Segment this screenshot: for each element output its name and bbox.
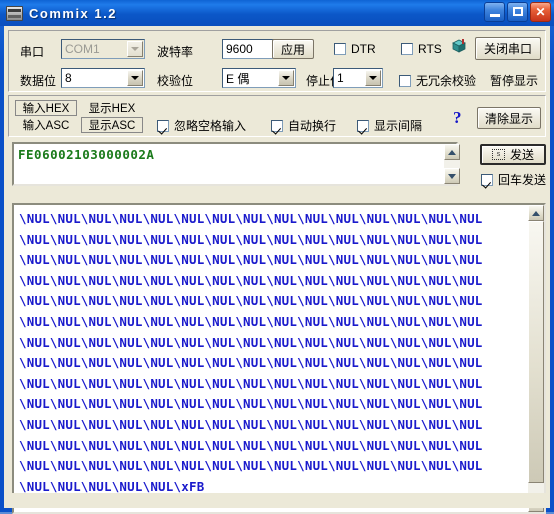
send-icon: s (491, 149, 505, 160)
parity-value: E 偶 (226, 71, 250, 86)
databits-select[interactable]: 8 (61, 68, 145, 88)
help-icon[interactable]: ? (453, 108, 462, 128)
pause-display-label[interactable]: 暂停显示 (490, 72, 538, 89)
input-asc-toggle[interactable]: 输入ASC (15, 117, 77, 133)
scrollbar-track[interactable] (444, 160, 460, 168)
databits-value: 8 (65, 71, 72, 85)
port-value: COM1 (65, 42, 100, 56)
close-port-button[interactable]: 关闭串口 (475, 37, 541, 60)
clear-display-label: 清除显示 (484, 111, 533, 126)
close-button[interactable]: ✕ (530, 2, 551, 22)
send-input-value: FE06002103000002A (18, 147, 155, 162)
serial-settings-panel: 串口 COM1 波特率 9600 应用 DTR RTS 关闭串口 数据位 8 校… (8, 30, 546, 92)
port-label: 串口 (20, 45, 45, 59)
checkbox-box (334, 43, 346, 55)
stopbits-value: 1 (337, 71, 344, 85)
input-hex-label: 输入HEX (22, 103, 70, 115)
close-icon: ✕ (535, 5, 546, 19)
input-asc-label: 输入ASC (22, 120, 70, 132)
no-redundancy-label: 无冗余校验 (416, 74, 477, 88)
enter-send-checkbox[interactable]: 回车发送 (481, 171, 546, 188)
input-hex-toggle[interactable]: 输入HEX (15, 100, 77, 116)
send-button-label: 发送 (509, 148, 534, 162)
show-hex-toggle[interactable]: 显示HEX (81, 100, 143, 116)
dtr-checkbox[interactable]: DTR (334, 42, 376, 56)
app-icon (6, 5, 23, 21)
status-bar (4, 493, 550, 508)
checkbox-box (481, 173, 493, 186)
send-input-area[interactable]: FE06002103000002A (12, 142, 458, 186)
chevron-down-icon[interactable] (127, 41, 143, 57)
databits-label: 数据位 (20, 74, 57, 88)
send-input-scrollbar[interactable] (444, 144, 460, 184)
show-asc-toggle[interactable]: 显示ASC (81, 117, 143, 133)
ignore-space-checkbox[interactable]: 忽略空格输入 (157, 117, 246, 134)
clear-display-button[interactable]: 清除显示 (477, 107, 541, 129)
receive-output-area[interactable]: \NUL\NUL\NUL\NUL\NUL\NUL\NUL\NUL\NUL\NUL… (12, 203, 546, 514)
baudrate-label: 波特率 (157, 45, 194, 59)
dtr-label: DTR (351, 42, 376, 56)
scroll-up-icon[interactable] (528, 205, 544, 221)
close-port-label: 关闭串口 (483, 42, 532, 56)
output-scrollbar[interactable] (528, 205, 544, 512)
checkbox-box (357, 119, 369, 132)
checkbox-box (271, 119, 283, 132)
no-redundancy-checkbox[interactable]: 无冗余校验 (399, 72, 476, 89)
format-panel: 输入HEX 输入ASC 显示HEX 显示ASC 忽略空格输入 自动换行 显示间隔… (8, 95, 546, 137)
receive-output-text: \NUL\NUL\NUL\NUL\NUL\NUL\NUL\NUL\NUL\NUL… (19, 211, 483, 494)
show-hex-label: 显示HEX (88, 103, 136, 115)
application-window: Commix 1.2 ✕ 串口 COM1 波特率 9600 应用 DTR RTS… (0, 0, 554, 514)
show-interval-checkbox[interactable]: 显示间隔 (357, 117, 422, 134)
network-cube-icon (452, 39, 466, 53)
baudrate-value: 9600 (226, 42, 253, 56)
checkbox-box (157, 119, 169, 132)
scroll-up-icon[interactable] (444, 144, 460, 160)
client-area: 串口 COM1 波特率 9600 应用 DTR RTS 关闭串口 数据位 8 校… (4, 26, 550, 514)
window-controls: ✕ (484, 2, 551, 22)
chevron-down-icon[interactable] (127, 70, 143, 86)
parity-label: 校验位 (157, 74, 194, 88)
enter-send-label: 回车发送 (498, 173, 547, 187)
show-asc-label: 显示ASC (88, 120, 136, 132)
port-select[interactable]: COM1 (61, 39, 145, 59)
auto-wrap-checkbox[interactable]: 自动换行 (271, 117, 336, 134)
title-bar[interactable]: Commix 1.2 ✕ (0, 0, 554, 26)
window-title: Commix 1.2 (29, 5, 117, 21)
apply-label: 应用 (280, 42, 305, 57)
rts-checkbox[interactable]: RTS (401, 42, 442, 56)
rts-label: RTS (418, 42, 442, 56)
send-button[interactable]: s 发送 (480, 144, 546, 165)
parity-select[interactable]: E 偶 (222, 68, 296, 88)
maximize-button[interactable] (507, 2, 528, 22)
auto-wrap-label: 自动换行 (288, 119, 337, 133)
checkbox-box (399, 74, 411, 87)
scroll-down-icon[interactable] (444, 168, 460, 184)
apply-button[interactable]: 应用 (272, 39, 314, 59)
scrollbar-thumb[interactable] (528, 221, 544, 483)
show-interval-label: 显示间隔 (374, 119, 423, 133)
chevron-down-icon[interactable] (365, 70, 381, 86)
minimize-button[interactable] (484, 2, 505, 22)
checkbox-box (401, 43, 413, 55)
ignore-space-label: 忽略空格输入 (174, 119, 247, 133)
stopbits-select[interactable]: 1 (333, 68, 383, 88)
chevron-down-icon[interactable] (278, 70, 294, 86)
